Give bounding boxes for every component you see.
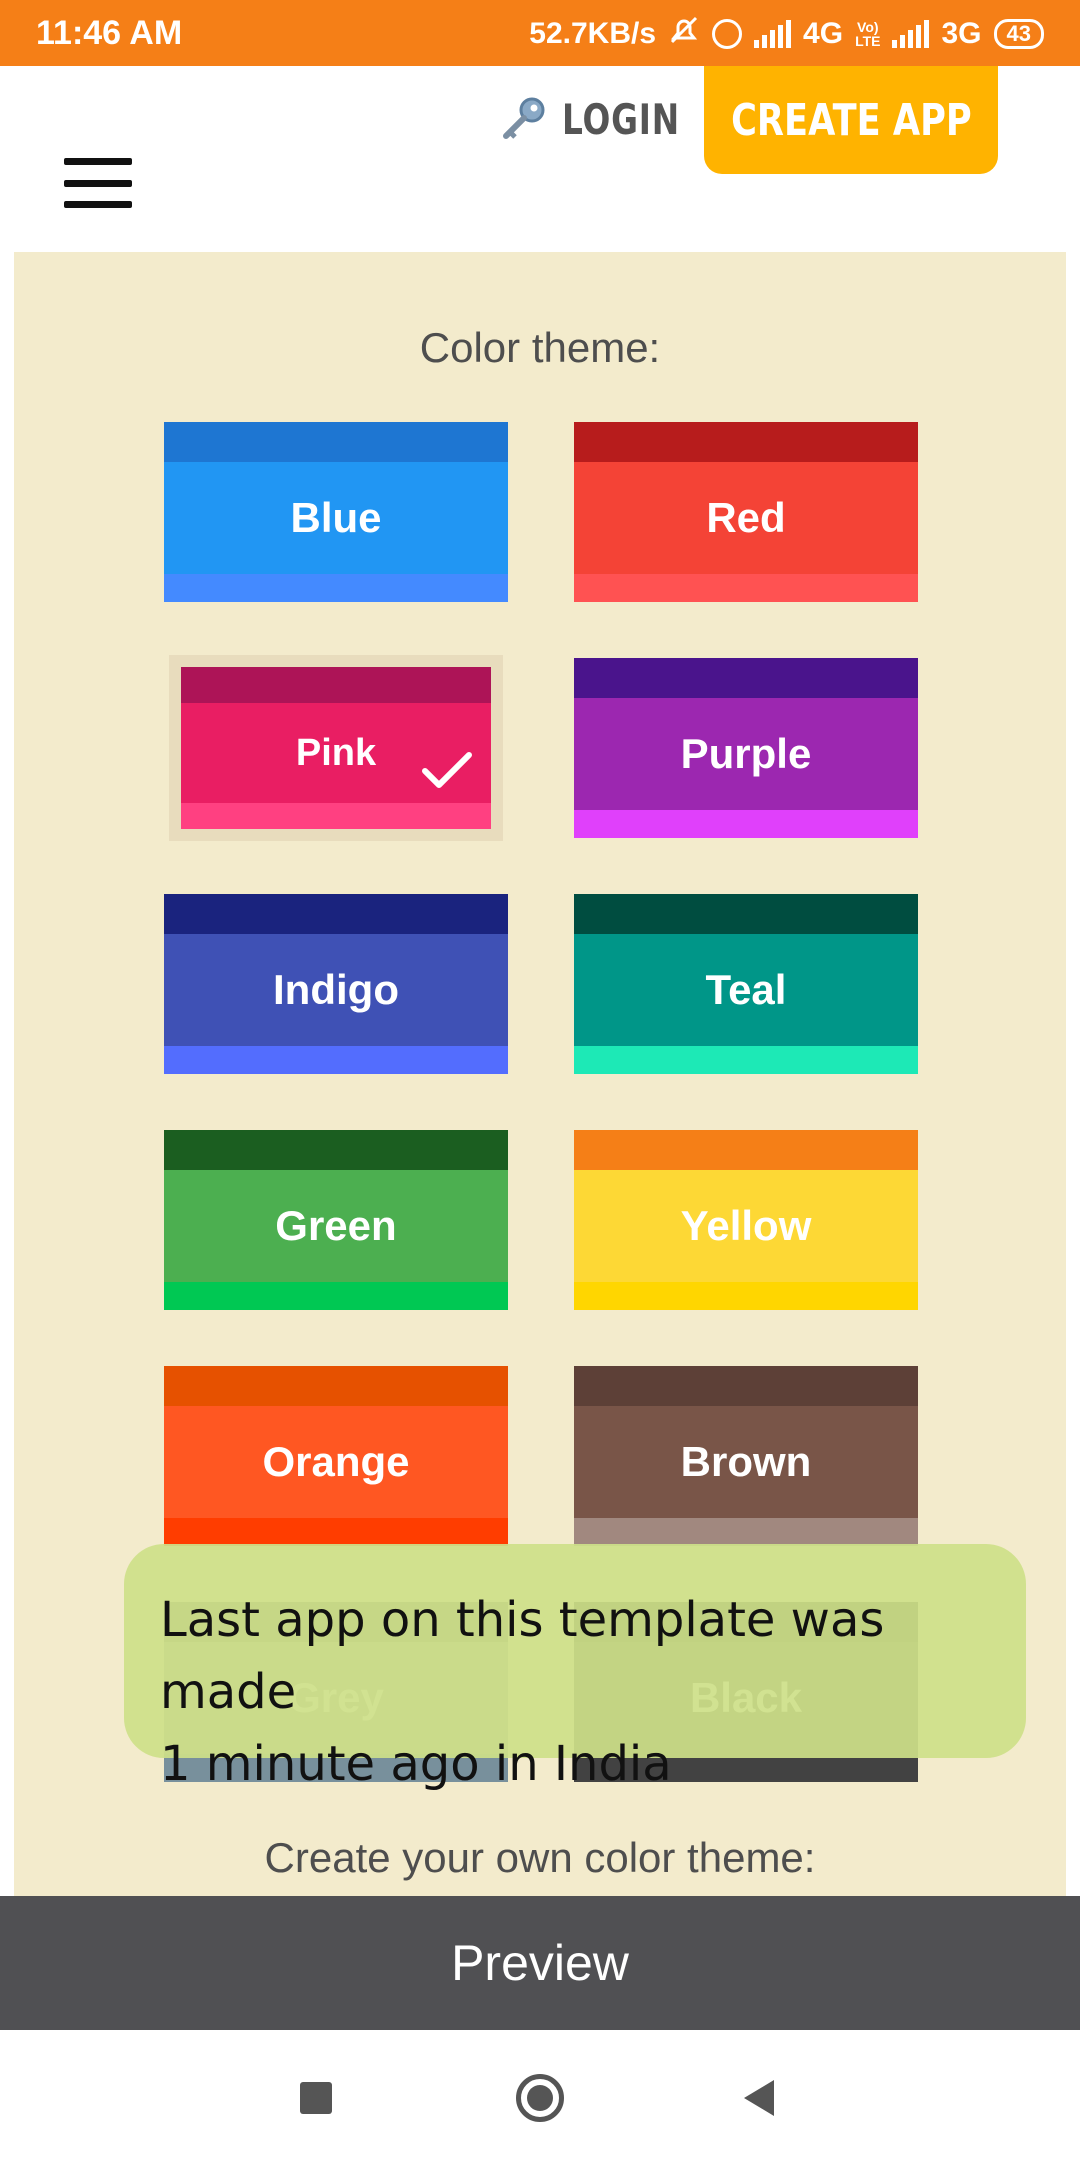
- signal-icon-2: [892, 20, 930, 48]
- toast-line-2: 1 minute ago in India: [160, 1736, 672, 1792]
- theme-tile-indigo[interactable]: Indigo: [164, 894, 508, 1074]
- mute-alarm-icon: [668, 14, 700, 54]
- theme-band: [574, 1366, 918, 1406]
- theme-band: [574, 1130, 918, 1170]
- network-type-2: 3G: [941, 17, 982, 50]
- theme-label-brown: Brown: [680, 1438, 812, 1485]
- status-icons: 52.7KB/s 4G Vo) LTE 3G 43: [529, 14, 1044, 54]
- color-theme-title: Color theme:: [419, 324, 661, 371]
- theme-label-yellow: Yellow: [680, 1202, 812, 1249]
- theme-band: [164, 1046, 508, 1074]
- theme-band: [181, 803, 491, 829]
- toast-message: Last app on this template was made 1 min…: [124, 1544, 1026, 1792]
- theme-band: [164, 1518, 508, 1546]
- theme-band: [164, 422, 508, 462]
- volte-bottom: LTE: [855, 33, 881, 49]
- theme-tile-orange[interactable]: Orange: [164, 1366, 508, 1546]
- theme-tile-green[interactable]: Green: [164, 1130, 508, 1310]
- theme-label-green: Green: [275, 1202, 397, 1249]
- theme-tile-purple[interactable]: Purple: [574, 658, 918, 838]
- volte-icon: Vo) LTE: [855, 20, 880, 48]
- status-time: 11:46 AM: [36, 14, 183, 52]
- theme-label-indigo: Indigo: [273, 966, 399, 1013]
- theme-band: [574, 574, 918, 602]
- status-bar: 11:46 AM 52.7KB/s 4G Vo) LTE 3G 43: [0, 0, 1080, 66]
- theme-tile-blue[interactable]: Blue: [164, 422, 508, 602]
- theme-label-orange: Orange: [262, 1438, 410, 1485]
- create-app-button[interactable]: CREATE APP: [704, 66, 998, 174]
- create-app-label: CREATE APP: [730, 94, 972, 146]
- toast-line-1: Last app on this template was made: [160, 1592, 885, 1720]
- theme-tile-teal[interactable]: Teal: [574, 894, 918, 1074]
- theme-label-teal: Teal: [705, 966, 787, 1013]
- network-type-1: 4G: [803, 17, 844, 50]
- preview-label: Preview: [451, 1935, 629, 1991]
- checkmark-icon: [422, 752, 472, 788]
- theme-label-blue: Blue: [290, 494, 382, 541]
- theme-tile-red[interactable]: Red: [574, 422, 918, 602]
- network-speed: 52.7KB/s: [529, 17, 657, 50]
- theme-band: [164, 1282, 508, 1310]
- theme-band: [164, 574, 508, 602]
- home-icon[interactable]: [516, 2074, 564, 2122]
- custom-theme-title: Create your own color theme:: [264, 1834, 816, 1881]
- theme-band: [164, 1130, 508, 1170]
- theme-band: [574, 1046, 918, 1074]
- theme-band: [574, 1518, 918, 1546]
- theme-band: [574, 1282, 918, 1310]
- key-icon: [503, 97, 545, 139]
- theme-tile-brown[interactable]: Brown: [574, 1366, 918, 1546]
- theme-band: [181, 667, 491, 703]
- alarm-clock-icon: [712, 19, 743, 49]
- login-button[interactable]: LOGIN: [498, 84, 713, 154]
- theme-label-purple: Purple: [680, 730, 812, 777]
- back-icon[interactable]: [744, 2080, 774, 2116]
- theme-band: [164, 894, 508, 934]
- battery-icon: 43: [993, 19, 1044, 49]
- theme-band: [574, 810, 918, 838]
- preview-button[interactable]: Preview: [0, 1896, 1080, 2030]
- theme-band: [574, 422, 918, 462]
- navigation-bar: [0, 2030, 1080, 2160]
- theme-band: [164, 1366, 508, 1406]
- app-header: LOGIN CREATE APP: [0, 66, 1080, 252]
- menu-icon[interactable]: [64, 158, 132, 208]
- theme-tile-pink[interactable]: Pink: [169, 655, 503, 841]
- signal-icon: [754, 20, 792, 48]
- theme-label-red: Red: [706, 494, 786, 541]
- login-label: LOGIN: [562, 94, 680, 144]
- theme-tile-yellow[interactable]: Yellow: [574, 1130, 918, 1310]
- theme-band: [574, 894, 918, 934]
- theme-band: [574, 658, 918, 698]
- recent-apps-icon[interactable]: [300, 2082, 332, 2114]
